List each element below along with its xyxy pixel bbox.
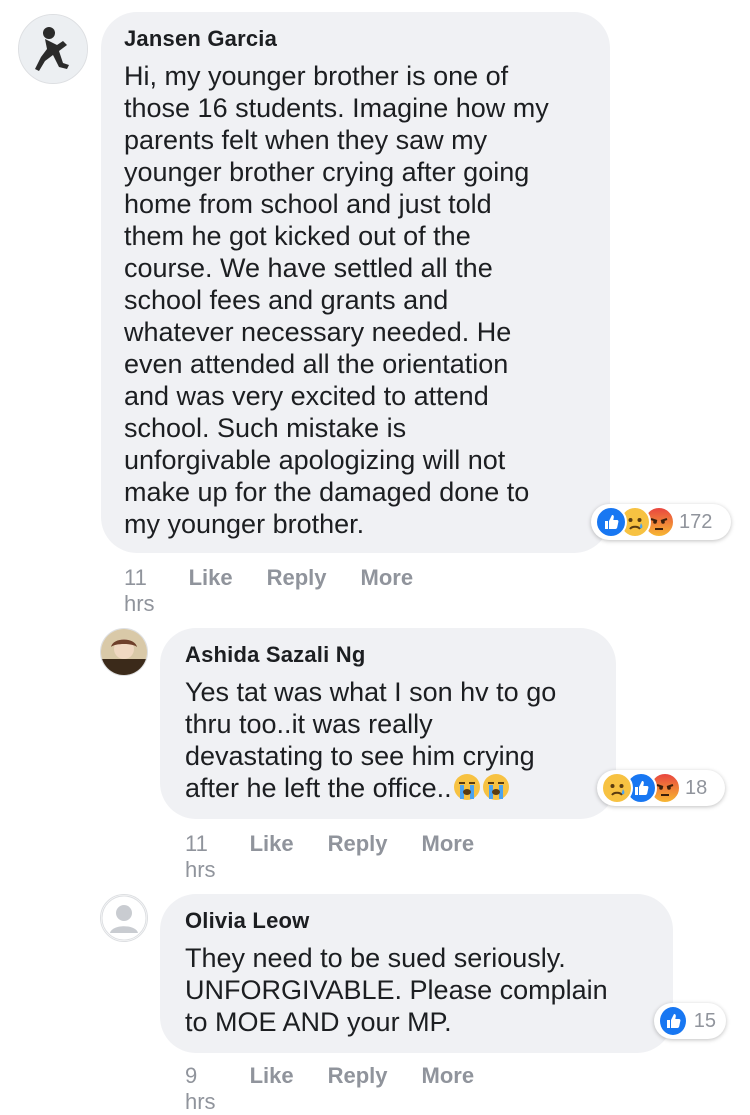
like-reaction-icon [595,506,627,538]
avatar[interactable] [18,14,88,84]
comment-bubble: Ashida Sazali Ng Yes tat was what I son … [160,628,616,819]
reactions-summary[interactable]: 18 [597,770,725,806]
comment-meta: 9 hrs Like Reply More [185,1063,508,1115]
crying-face-icon [482,773,510,808]
reply-button[interactable]: Reply [328,1063,388,1115]
comment-author[interactable]: Olivia Leow [185,908,653,934]
crying-face-icon [453,773,481,808]
reply-button[interactable]: Reply [267,565,327,617]
person-jumping-icon [19,15,87,83]
like-button[interactable]: Like [189,565,233,617]
comment-bubble: Jansen Garcia Hi, my younger brother is … [101,12,610,553]
sad-reaction-icon [601,772,633,804]
comment-author[interactable]: Jansen Garcia [124,26,588,52]
reaction-count: 172 [679,510,713,533]
reply-button[interactable]: Reply [328,831,388,883]
comment-text: They need to be sued seriously. UNFORGIV… [185,943,608,1037]
timestamp[interactable]: 11 hrs [185,831,216,883]
like-reaction-icon [658,1005,688,1037]
comment-author[interactable]: Ashida Sazali Ng [185,642,596,668]
like-button[interactable]: Like [250,831,294,883]
reaction-count: 15 [693,1009,716,1032]
reactions-summary[interactable]: 172 [591,504,731,540]
more-button[interactable]: More [361,565,414,617]
comment-meta: 11 hrs Like Reply More [185,831,508,883]
timestamp[interactable]: 11 hrs [124,565,155,617]
more-button[interactable]: More [422,1063,475,1115]
avatar[interactable] [100,628,148,676]
avatar[interactable] [100,894,148,942]
timestamp[interactable]: 9 hrs [185,1063,216,1115]
reactions-summary[interactable]: 15 [654,1003,726,1039]
comment-meta: 11 hrs Like Reply More [124,565,447,617]
reaction-count: 18 [685,776,708,799]
more-button[interactable]: More [422,831,475,883]
comment-text: Hi, my younger brother is one of those 1… [124,61,549,539]
comment-text: Yes tat was what I son hv to go thru too… [185,676,596,808]
profile-photo-icon [101,629,147,675]
comment-bubble: Olivia Leow They need to be sued serious… [160,894,673,1053]
like-button[interactable]: Like [250,1063,294,1115]
default-user-icon [101,895,147,941]
